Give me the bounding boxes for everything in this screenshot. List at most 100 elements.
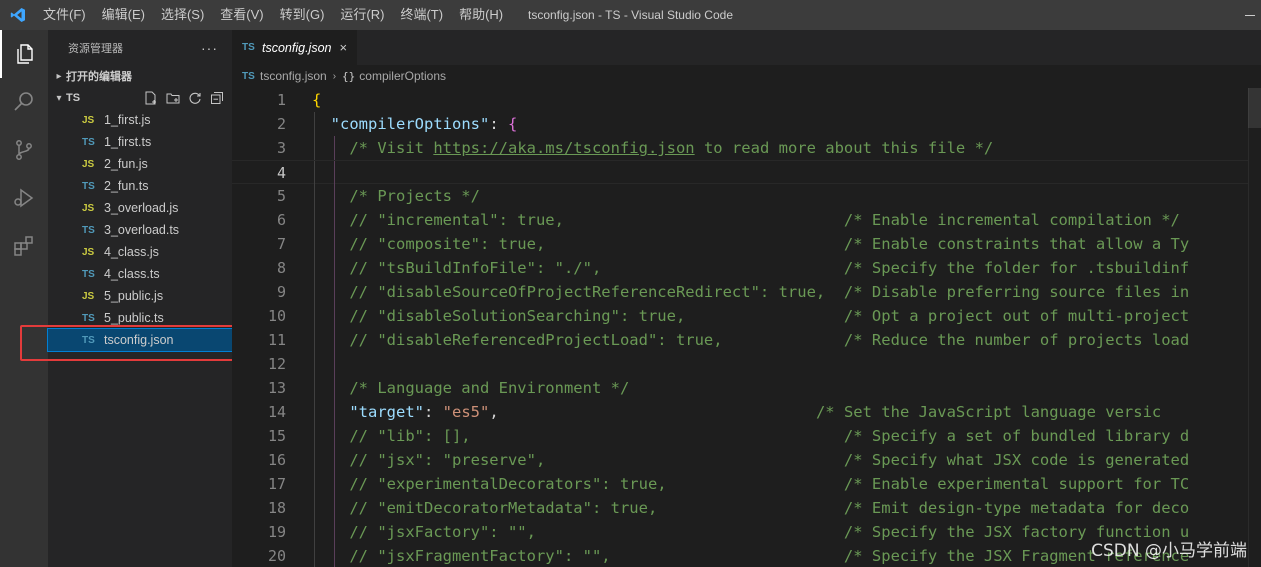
- code-token: :: [489, 115, 508, 133]
- line-text: // "lib": [], /* Specify a set of bundle…: [312, 424, 1189, 448]
- refresh-icon[interactable]: [186, 90, 204, 106]
- menu-item[interactable]: 选择(S): [153, 0, 212, 30]
- run-debug-icon[interactable]: [0, 174, 48, 222]
- more-actions-icon[interactable]: ···: [201, 40, 218, 56]
- js-file-icon: JS: [82, 114, 95, 126]
- tab-file-type-icon: TS: [242, 42, 255, 53]
- line-number: 18: [267, 499, 286, 517]
- code-line: 4: [232, 160, 1248, 185]
- collapse-all-icon[interactable]: [208, 90, 226, 106]
- line-number: 7: [276, 235, 286, 253]
- code-token: /* Set the JavaScript language versic: [815, 403, 1162, 421]
- breadcrumb-file[interactable]: tsconfig.json: [260, 69, 327, 83]
- breadcrumb-symbol[interactable]: compilerOptions: [359, 69, 446, 83]
- line-number: 11: [267, 331, 286, 349]
- indent-guide: [314, 352, 315, 376]
- file-item[interactable]: TS 4_class.ts: [48, 263, 232, 285]
- file-item[interactable]: TS tsconfig.json: [47, 328, 233, 352]
- minimize-button[interactable]: [1241, 0, 1261, 30]
- watermark: CSDN @小马学前端: [1091, 541, 1247, 561]
- code-line: 10 // "disableSolutionSearching": true, …: [232, 304, 1248, 328]
- line-text: // "jsxFragmentFactory": "", /* Specify …: [312, 544, 1189, 567]
- file-item[interactable]: JS 3_overload.js: [48, 197, 232, 219]
- js-file-icon: JS: [82, 290, 95, 302]
- line-text: // "tsBuildInfoFile": "./", /* Specify t…: [312, 256, 1189, 280]
- file-item[interactable]: TS 1_first.ts: [48, 131, 232, 153]
- js-file-icon: JS: [82, 246, 95, 258]
- file-item[interactable]: JS 5_public.js: [48, 285, 232, 307]
- open-editors-label: 打开的编辑器: [66, 71, 132, 83]
- file-item[interactable]: TS 2_fun.ts: [48, 175, 232, 197]
- line-text: // "jsxFactory": "", /* Specify the JSX …: [312, 520, 1189, 544]
- line-text: "target": "es5", /* Set the JavaScript l…: [312, 400, 1161, 424]
- menu-item[interactable]: 运行(R): [332, 0, 392, 30]
- line-text: /* Visit https://aka.ms/tsconfig.json to…: [312, 136, 993, 160]
- tab-label: tsconfig.json: [262, 40, 332, 55]
- line-text: {: [312, 88, 321, 112]
- line-text: // "disableReferencedProjectLoad": true,…: [312, 328, 1189, 352]
- line-number: 2: [276, 115, 286, 133]
- menu-item[interactable]: 编辑(E): [94, 0, 153, 30]
- code-token: to read more about this file */: [694, 139, 994, 157]
- line-number: 16: [267, 451, 286, 469]
- activity-bar: [0, 30, 48, 567]
- new-file-icon[interactable]: [142, 90, 160, 106]
- js-file-icon: JS: [82, 202, 95, 214]
- file-item[interactable]: TS 3_overload.ts: [48, 219, 232, 241]
- menu-item[interactable]: 文件(F): [35, 0, 94, 30]
- code-editor[interactable]: 1{2 "compilerOptions": {3 /* Visit https…: [232, 88, 1248, 567]
- braces-icon: {}: [342, 69, 356, 83]
- file-item[interactable]: TS 5_public.ts: [48, 307, 232, 329]
- chevron-down-icon: ▾: [56, 92, 62, 104]
- extensions-icon[interactable]: [0, 222, 48, 270]
- code-token: :: [423, 403, 443, 421]
- menu-item[interactable]: 帮助(H): [451, 0, 511, 30]
- line-number: 20: [267, 547, 286, 565]
- file-item[interactable]: JS 2_fun.js: [48, 153, 232, 175]
- folder-section[interactable]: ▾ TS: [48, 87, 232, 109]
- menu-item[interactable]: 查看(V): [212, 0, 271, 30]
- code-line: 8 // "tsBuildInfoFile": "./", /* Specify…: [232, 256, 1248, 280]
- file-item[interactable]: JS 1_first.js: [48, 109, 232, 131]
- menu-bar: 文件(F) 编辑(E) 选择(S) 查看(V) 转到(G) 运行(R) 终端(T) 帮助(H): [35, 0, 511, 30]
- menu-item[interactable]: 终端(T): [392, 0, 451, 30]
- close-icon[interactable]: ×: [339, 40, 347, 55]
- new-folder-icon[interactable]: [164, 90, 182, 106]
- search-icon[interactable]: [0, 78, 48, 126]
- code-token: // "jsxFragmentFactory": "", /* Specify …: [349, 547, 1190, 565]
- code-line: 9 // "disableSourceOfProjectReferenceRed…: [232, 280, 1248, 304]
- code-token: "compilerOptions": [330, 115, 490, 133]
- file-item[interactable]: JS 4_class.js: [48, 241, 232, 263]
- code-line: 1{: [232, 88, 1248, 112]
- code-token: /* Language and Environment */: [349, 379, 630, 397]
- open-editors-section[interactable]: ▸ 打开的编辑器: [48, 65, 232, 87]
- tab-tsconfig[interactable]: TS tsconfig.json ×: [232, 30, 358, 65]
- vertical-scrollbar[interactable]: [1248, 88, 1261, 567]
- code-token: "target": [349, 403, 424, 421]
- ts-file-icon: TS: [82, 136, 95, 148]
- code-token: // "lib": [], /* Specify a set of bundle…: [349, 427, 1190, 445]
- ts-file-icon: TS: [82, 180, 95, 192]
- menu-item[interactable]: 转到(G): [272, 0, 333, 30]
- ts-file-icon: TS: [82, 268, 95, 280]
- code-line: 2 "compilerOptions": {: [232, 112, 1248, 136]
- ts-file-icon: TS: [82, 224, 95, 236]
- source-control-icon[interactable]: [0, 126, 48, 174]
- explorer-icon[interactable]: [0, 30, 48, 78]
- code-line: 18 // "emitDecoratorMetadata": true, /* …: [232, 496, 1248, 520]
- file-name: tsconfig.json: [104, 333, 174, 347]
- scrollbar-thumb[interactable]: [1248, 88, 1261, 128]
- file-name: 3_overload.js: [104, 201, 179, 215]
- line-number: 6: [276, 211, 286, 229]
